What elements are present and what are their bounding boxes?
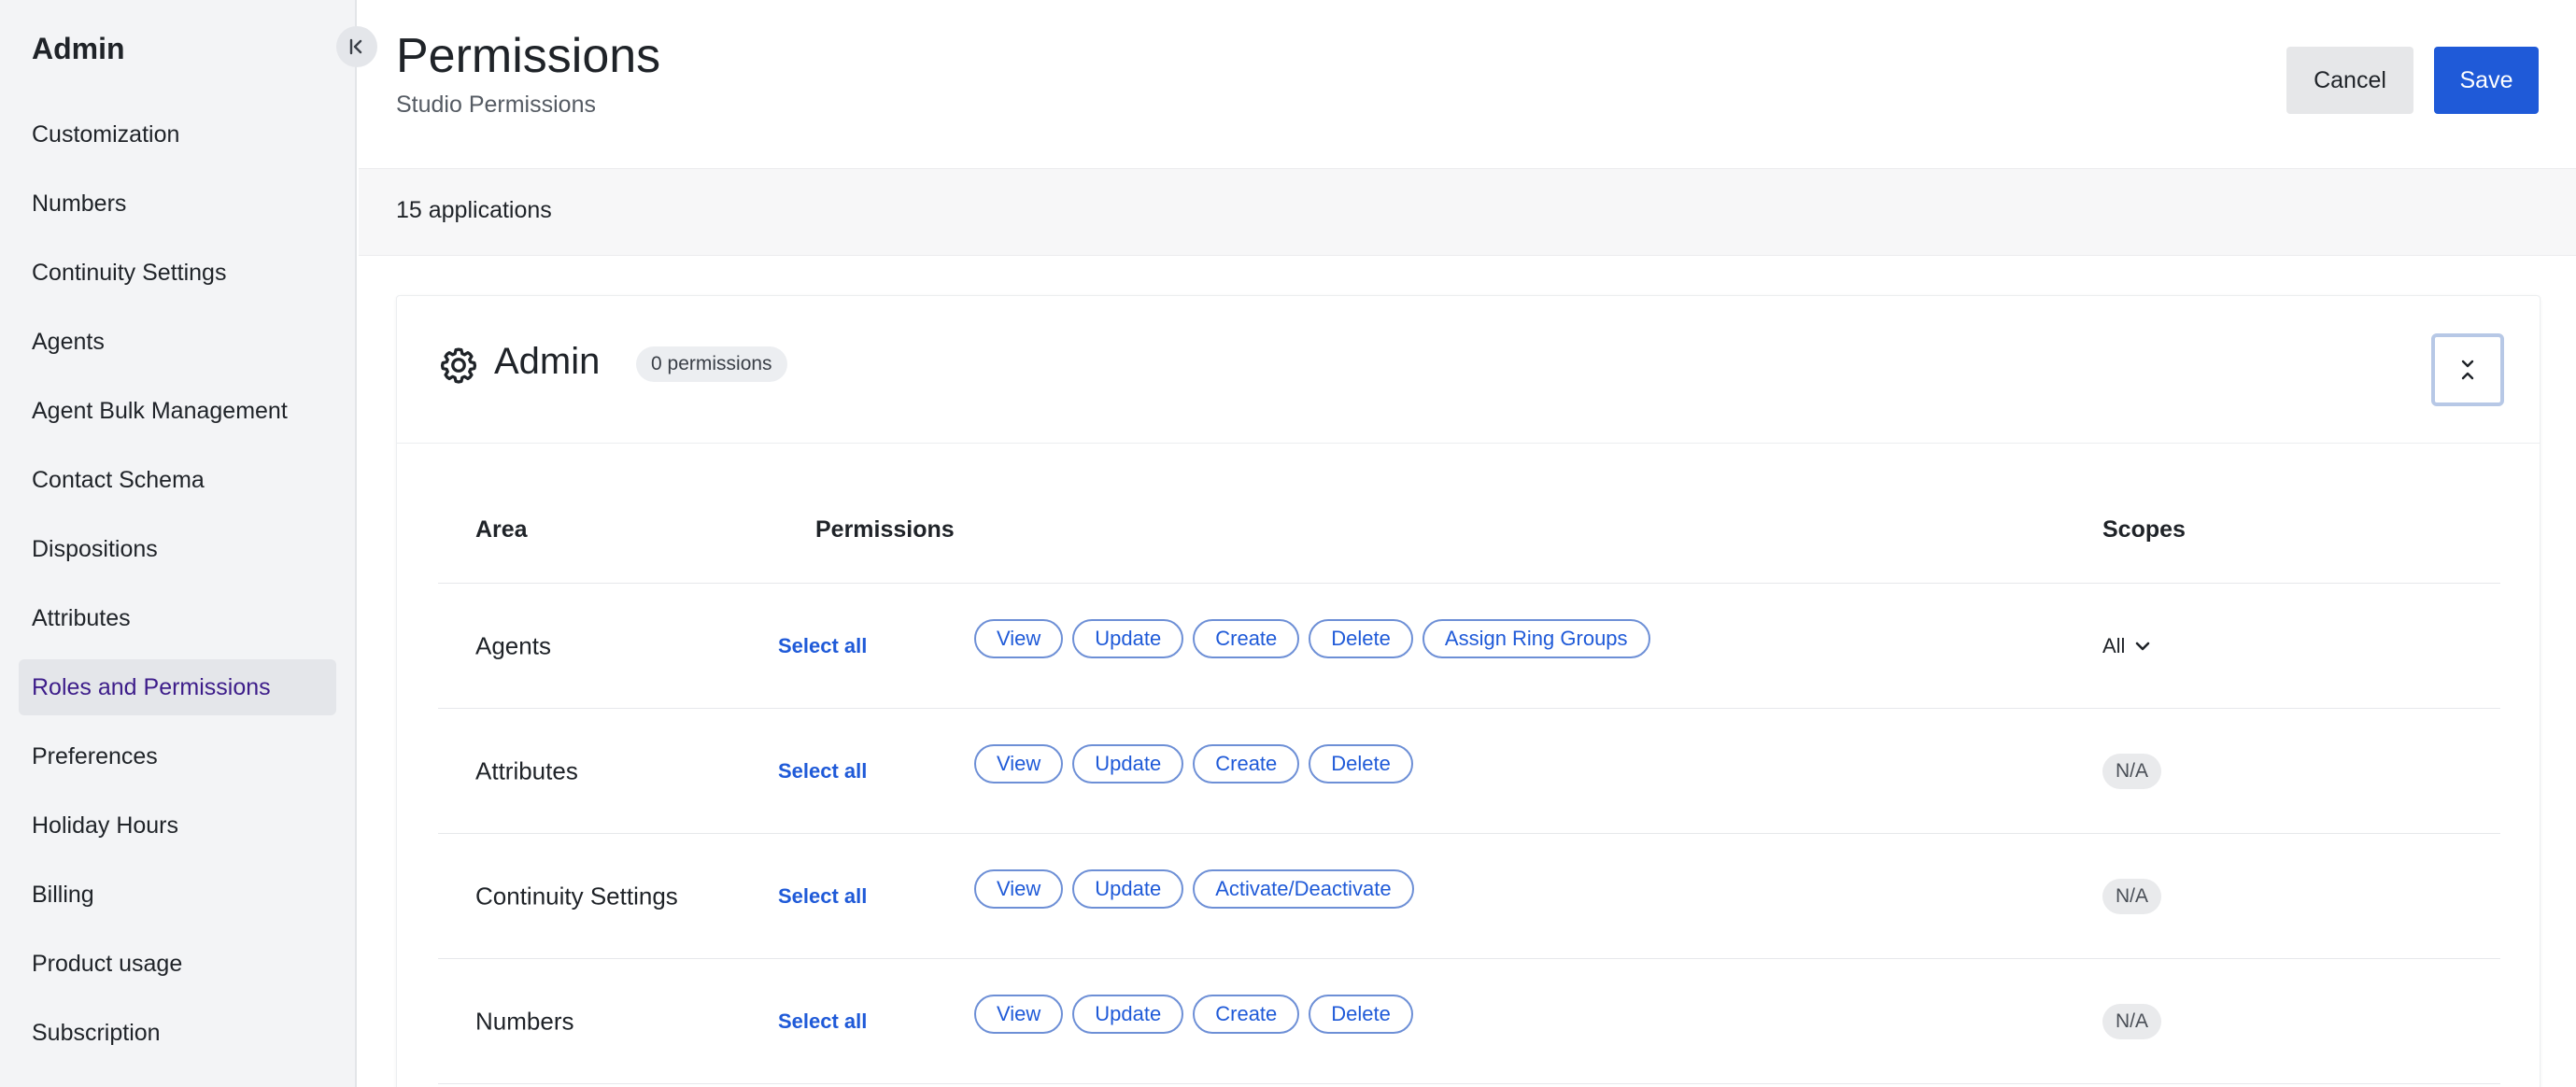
permission-chip-view[interactable]: View [974, 995, 1064, 1034]
permission-chip-view[interactable]: View [974, 744, 1064, 783]
select-all-button[interactable]: Select all [778, 884, 867, 909]
collapse-left-icon [349, 38, 362, 55]
permission-chip-create[interactable]: Create [1193, 995, 1300, 1034]
sidebar-item-billing[interactable]: Billing [19, 867, 336, 923]
table-header: Area Permissions Scopes [438, 481, 2500, 584]
chevron-down-icon [2136, 642, 2150, 650]
permission-chip-assign-ring-groups[interactable]: Assign Ring Groups [1422, 619, 1650, 658]
page-header: Permissions Studio Permissions Cancel Sa… [359, 0, 2576, 168]
sidebar-title: Admin [32, 32, 125, 65]
permission-chip-activate-deactivate[interactable]: Activate/Deactivate [1193, 869, 1414, 909]
sidebar-item-subscription[interactable]: Subscription [19, 1005, 336, 1061]
select-all-button[interactable]: Select all [778, 1009, 867, 1034]
area-name: Numbers [475, 1007, 574, 1035]
permission-chip-delete[interactable]: Delete [1309, 619, 1413, 658]
admin-permissions-card: Admin 0 permissions Area Permissions Sco… [396, 295, 2541, 1087]
permission-chip-update[interactable]: Update [1072, 744, 1184, 783]
permissions-table: Area Permissions Scopes Agents Select all… [438, 481, 2500, 1084]
permission-chip-view[interactable]: View [974, 869, 1064, 909]
gear-icon [440, 347, 477, 384]
card-title: Admin [494, 341, 601, 382]
sidebar-item-dispositions[interactable]: Dispositions [19, 521, 336, 577]
permission-chip-delete[interactable]: Delete [1309, 995, 1413, 1034]
sidebar-nav: Customization Numbers Continuity Settings A… [19, 106, 336, 1074]
sidebar-item-attributes[interactable]: Attributes [19, 590, 336, 646]
table-row: Attributes Select all View Update Create Dele… [438, 709, 2500, 834]
scope-badge: N/A [2102, 878, 2162, 914]
permission-chip-update[interactable]: Update [1072, 869, 1184, 909]
select-all-button[interactable]: Select all [778, 759, 867, 783]
app-root: Admin Customization Numbers Continuity Set… [0, 0, 2576, 1087]
scope-badge: N/A [2102, 1003, 2162, 1039]
permission-chip-create[interactable]: Create [1193, 744, 1300, 783]
sidebar-item-preferences[interactable]: Preferences [19, 728, 336, 784]
permission-chip-view[interactable]: View [974, 619, 1064, 658]
select-all-button[interactable]: Select all [778, 634, 867, 658]
column-header-scopes: Scopes [2102, 516, 2186, 543]
scope-value: All [2102, 633, 2126, 657]
page-title: Permissions [396, 29, 661, 83]
sidebar-item-holiday-hours[interactable]: Holiday Hours [19, 798, 336, 854]
area-name: Attributes [475, 756, 578, 784]
sidebar-item-continuity-settings[interactable]: Continuity Settings [19, 245, 336, 301]
permission-chip-delete[interactable]: Delete [1309, 744, 1413, 783]
sidebar-item-agents[interactable]: Agents [19, 314, 336, 370]
page-subtitle: Studio Permissions [396, 92, 596, 118]
sidebar-item-customization[interactable]: Customization [19, 106, 336, 162]
cancel-button[interactable]: Cancel [2286, 47, 2413, 114]
permission-chips: View Update Activate/Deactivate [974, 869, 1414, 909]
permission-chip-update[interactable]: Update [1072, 619, 1184, 658]
area-name: Agents [475, 631, 551, 659]
collapse-chevrons-icon [2461, 360, 2474, 380]
save-button[interactable]: Save [2434, 47, 2539, 114]
table-row: Agents Select all View Update Create Delete As… [438, 584, 2500, 709]
main-content: Permissions Studio Permissions Cancel Sa… [359, 0, 2576, 1087]
applications-count: 15 applications [396, 197, 552, 223]
sidebar-item-agent-bulk-management[interactable]: Agent Bulk Management [19, 383, 336, 439]
sidebar-item-product-usage[interactable]: Product usage [19, 936, 336, 992]
permission-chips: View Update Create Delete [974, 995, 1413, 1034]
column-header-area: Area [475, 516, 528, 543]
collapse-card-button[interactable] [2431, 333, 2504, 406]
table-body: Agents Select all View Update Create Delete As… [438, 584, 2500, 1084]
column-header-permissions: Permissions [815, 516, 955, 543]
scope-dropdown[interactable]: All [2102, 634, 2153, 658]
card-header: Admin 0 permissions [397, 296, 2540, 444]
collapse-sidebar-button[interactable] [336, 26, 377, 67]
sidebar: Admin Customization Numbers Continuity Set… [0, 0, 357, 1087]
sidebar-item-contact-schema[interactable]: Contact Schema [19, 452, 336, 508]
scope-badge: N/A [2102, 753, 2162, 789]
permission-chips: View Update Create Delete Assign Ring Groups [974, 619, 1650, 658]
table-row: Numbers Select all View Update Create Delete N… [438, 959, 2500, 1084]
applications-bar: 15 applications [359, 168, 2576, 256]
permissions-count-badge: 0 permissions [636, 346, 787, 382]
permission-chip-update[interactable]: Update [1072, 995, 1184, 1034]
sidebar-item-roles-and-permissions[interactable]: Roles and Permissions [19, 659, 336, 715]
area-name: Continuity Settings [475, 882, 678, 910]
table-row: Continuity Settings Select all View Update A… [438, 834, 2500, 959]
permission-chip-create[interactable]: Create [1193, 619, 1300, 658]
permission-chips: View Update Create Delete [974, 744, 1413, 783]
sidebar-item-numbers[interactable]: Numbers [19, 176, 336, 232]
